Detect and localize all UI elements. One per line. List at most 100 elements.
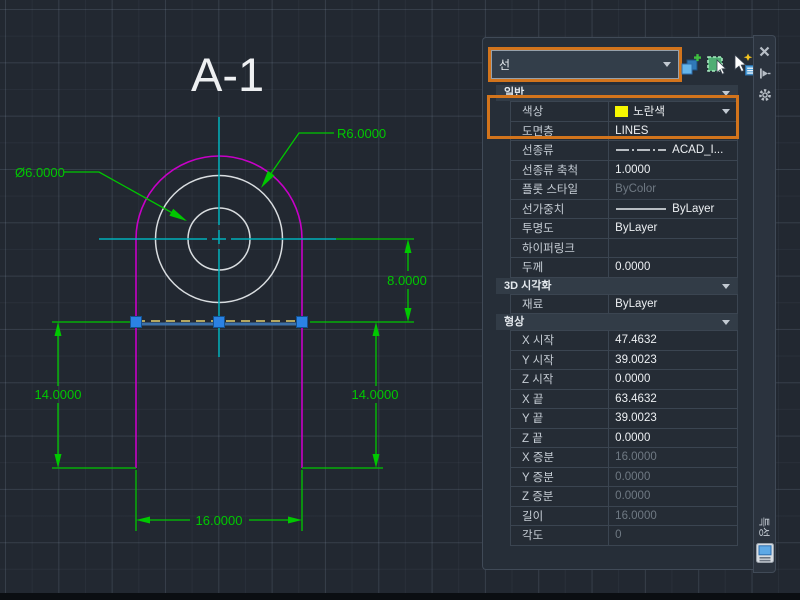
object-type-dropdown[interactable]: 선 (491, 50, 679, 79)
property-row: 길이 16.0000 (510, 506, 738, 526)
linetype-preview-icon (616, 149, 667, 151)
property-row: 각도 0 (510, 526, 738, 546)
dim-radius-leader[interactable]: R6.0000 (261, 126, 386, 188)
property-value-text: 39.0023 (615, 353, 657, 366)
property-row: 도면층 LINES (510, 121, 738, 141)
property-value: 16.0000 (609, 507, 737, 526)
collapse-arrow-icon[interactable] (722, 283, 730, 289)
quick-select-icon[interactable] (732, 52, 756, 77)
property-value-text: 0 (615, 529, 622, 542)
property-value-text: 0.0000 (615, 490, 651, 503)
collapse-arrow-icon[interactable] (722, 91, 730, 96)
highlight-box-selector: 선 (488, 47, 682, 82)
settings-gear-icon[interactable] (757, 87, 772, 102)
property-value[interactable]: ACAD_I... (609, 141, 737, 160)
dim-width-label: 16.0000 (196, 513, 243, 528)
property-label: 투명도 (511, 219, 610, 238)
section-header[interactable]: 형상 (496, 314, 738, 330)
property-value: 16.0000 (609, 448, 737, 467)
property-value[interactable]: ByLayer (609, 200, 737, 219)
property-label: X 시작 (511, 331, 610, 350)
property-value[interactable]: 노란색 (609, 102, 737, 121)
close-icon[interactable] (757, 44, 772, 59)
auto-hide-pin-icon[interactable] (757, 66, 772, 81)
property-value-text: 1.0000 (615, 163, 651, 176)
pickadd-toggle-icon[interactable] (680, 52, 702, 77)
property-label: 선종류 (511, 141, 610, 160)
property-row: Z 끝 0.0000 (510, 428, 738, 448)
chevron-down-icon (663, 62, 671, 67)
section-header[interactable]: 3D 시각화 (496, 277, 738, 294)
property-label: 색상 (511, 102, 610, 121)
property-row: 두께 0.0000 (510, 258, 738, 278)
section-header[interactable]: 일반 (496, 85, 738, 101)
collapse-arrow-icon[interactable] (722, 320, 730, 325)
property-value-text: 0.0000 (615, 373, 651, 386)
property-row: X 시작 47.4632 (510, 331, 738, 351)
property-row: 선종류 축척 1.0000 (510, 160, 738, 180)
property-value[interactable]: 39.0023 (609, 351, 737, 370)
property-value-text: 16.0000 (615, 451, 657, 464)
property-label: 길이 (511, 506, 610, 525)
property-value-text: ByLayer (615, 222, 658, 235)
property-value: 0.0000 (609, 487, 737, 506)
dim-diameter-label: Ø6.0000 (15, 165, 65, 180)
property-row: 재료 ByLayer (510, 294, 738, 314)
property-value[interactable]: 0.0000 (609, 370, 737, 389)
dim-width-16[interactable]: 16.0000 (135, 470, 303, 531)
property-value[interactable]: 39.0023 (609, 409, 737, 428)
dim-right-14[interactable]: 14.0000 (302, 322, 399, 469)
property-value[interactable]: 63.4632 (609, 390, 737, 409)
property-label: Y 끝 (511, 409, 610, 428)
property-row: X 끝 63.4632 (510, 389, 738, 409)
property-label: Z 시작 (511, 370, 610, 389)
property-label: 도면층 (511, 121, 610, 140)
property-value-text: 0.0000 (615, 470, 651, 483)
property-value[interactable]: ByLayer (609, 219, 737, 238)
property-value[interactable]: 0.0000 (609, 258, 737, 277)
dim-left-label: 14.0000 (35, 387, 82, 402)
section-rows: X 시작 47.4632 Y 시작 39.0023 Z 시작 0.0000 X 끝 63.46… (510, 330, 738, 546)
select-objects-icon[interactable] (706, 52, 728, 77)
property-value[interactable] (609, 239, 737, 258)
property-value-text: ByLayer (615, 297, 658, 310)
dim-radius-label: R6.0000 (337, 126, 386, 141)
display-icon[interactable] (755, 543, 774, 568)
property-label: Z 증분 (511, 487, 610, 506)
property-label: 선가중치 (511, 199, 610, 218)
property-value[interactable]: 47.4632 (609, 331, 737, 350)
section-rows: 색상 노란색 도면층 LINES 선종류 ACAD_I... 선종류 축척 1.0000 플롯 … (510, 101, 738, 278)
property-label: 두께 (511, 258, 610, 277)
property-value[interactable]: ByLayer (609, 295, 737, 314)
property-value[interactable]: 0.0000 (609, 429, 737, 448)
property-label: Z 끝 (511, 428, 610, 447)
property-value[interactable]: 1.0000 (609, 161, 737, 180)
property-value-text: ACAD_I... (672, 144, 724, 157)
property-value-text: ByColor (615, 183, 657, 196)
grip-handle-end[interactable] (296, 316, 308, 328)
property-row: 선종류 ACAD_I... (510, 141, 738, 161)
property-value[interactable]: LINES (609, 122, 737, 141)
drawing-title: A-1 (191, 48, 264, 101)
property-value-text: 39.0023 (615, 412, 657, 425)
dim-right-label: 14.0000 (352, 387, 399, 402)
property-value-text: 0.0000 (615, 431, 651, 444)
dim-left-14[interactable]: 14.0000 (35, 321, 137, 469)
palette-titlebar[interactable]: 특성 (753, 35, 776, 573)
palette-toolbar (680, 52, 756, 78)
property-value-text: LINES (615, 124, 649, 137)
property-label: 플롯 스타일 (511, 180, 610, 199)
chevron-down-icon[interactable] (722, 108, 730, 114)
property-row: 플롯 스타일 ByColor (510, 180, 738, 200)
property-value-text: 0.0000 (615, 261, 651, 274)
dim-height-8[interactable]: 8.0000 (310, 238, 427, 323)
property-row: Z 시작 0.0000 (510, 370, 738, 390)
grip-handle-start[interactable] (130, 316, 142, 328)
property-label: X 증분 (511, 448, 610, 467)
color-swatch (615, 105, 629, 117)
property-label: 각도 (511, 526, 610, 545)
property-row: Y 시작 39.0023 (510, 350, 738, 370)
grip-handle-mid[interactable] (213, 316, 225, 328)
property-label: Y 시작 (511, 350, 610, 369)
linetype-preview-icon (616, 208, 667, 210)
